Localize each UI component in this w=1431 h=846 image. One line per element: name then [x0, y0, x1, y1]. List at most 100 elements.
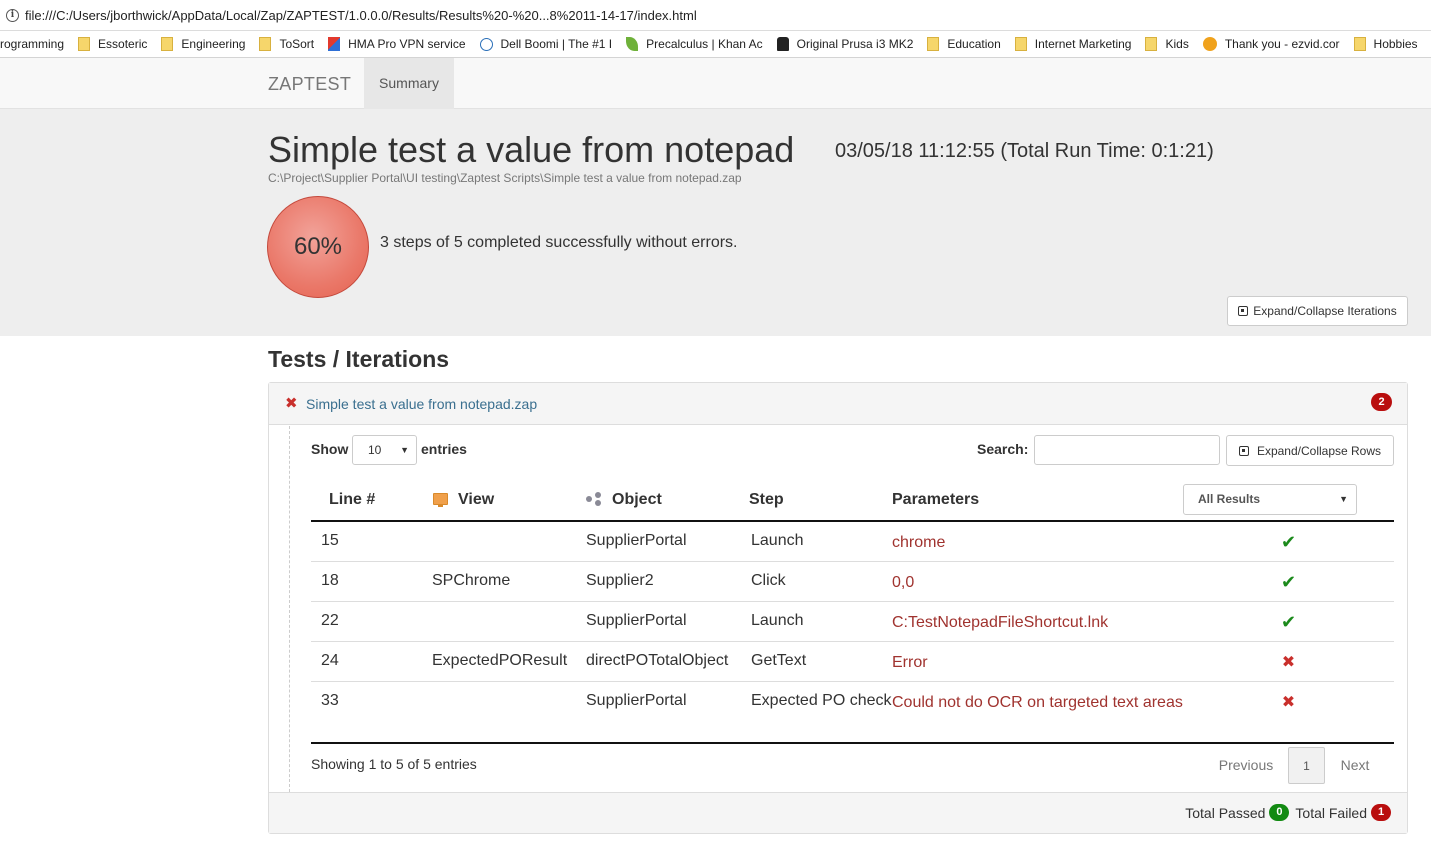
summary-header: Simple test a value from notepad 03/05/1… [0, 109, 1431, 336]
bookmark-item[interactable]: Engineering [161, 37, 245, 51]
tab-summary[interactable]: Summary [364, 58, 454, 109]
pass-check-icon: ✔ [1280, 611, 1297, 632]
panel-title-link[interactable]: Simple test a value from notepad.zap [306, 396, 537, 412]
page-title: Simple test a value from notepad [268, 129, 795, 170]
monitor-icon [433, 493, 448, 508]
folder-icon [1014, 37, 1027, 51]
column-label: Step [749, 490, 784, 508]
cell-line: 22 [311, 601, 421, 642]
totals: Total Passed 0 Total Failed 1 [1185, 804, 1391, 821]
bookmark-label: Thank you - ezvid.cor [1224, 37, 1340, 51]
iteration-panel: ✖ Simple test a value from notepad.zap 2… [268, 382, 1408, 834]
total-failed-label: Total Failed [1295, 804, 1367, 821]
hma-icon [328, 37, 341, 51]
entries-label: entries [421, 441, 467, 457]
expand-collapse-rows-button[interactable]: Expand/Collapse Rows [1226, 435, 1394, 466]
caret-down-icon: ▼ [1339, 494, 1348, 504]
table-row[interactable]: 33 SupplierPortal Expected PO check Could n… [311, 681, 1394, 744]
bookmark-label: Original Prusa i3 MK2 [796, 37, 914, 51]
column-header-step[interactable]: Step [741, 479, 892, 522]
url-text[interactable]: file:///C:/Users/jborthwick/AppData/Loca… [25, 8, 697, 23]
panel-heading[interactable]: ✖ Simple test a value from notepad.zap 2 [269, 383, 1407, 425]
column-header-parameters[interactable]: Parameters [892, 479, 1183, 522]
table-row[interactable]: 22 SupplierPortal Launch C:TestNotepadFileS… [311, 601, 1394, 642]
brand-logo[interactable]: ZAPTEST [268, 74, 351, 95]
bookmark-item[interactable]: Original Prusa i3 MK2 [776, 37, 914, 51]
pagination: Previous 1 Next [1204, 746, 1385, 784]
cell-step: Click [741, 561, 892, 602]
cell-object: SupplierPortal [578, 521, 741, 562]
bookmark-label: Engineering [181, 37, 246, 51]
column-header-view[interactable]: View [421, 479, 578, 522]
bookmark-item[interactable]: Internet Marketing [1014, 37, 1132, 51]
bookmark-label: rogramming [0, 37, 65, 51]
bookmark-label: Kids [1165, 37, 1189, 51]
cell-object: directPOTotalObject [578, 641, 741, 682]
bookmark-item[interactable]: Education [927, 37, 1001, 51]
expand-collapse-iterations-button[interactable]: Expand/Collapse Iterations [1227, 296, 1408, 326]
total-passed-label: Total Passed [1185, 804, 1266, 821]
cell-object: Supplier2 [578, 561, 741, 602]
cell-view [421, 601, 578, 642]
column-label: View [458, 490, 495, 508]
fail-x-icon: ✖ [285, 394, 298, 412]
cell-result: ✖ [1183, 681, 1394, 744]
bookmark-label: Internet Marketing [1034, 37, 1132, 51]
browser-address-bar[interactable]: i file:///C:/Users/jborthwick/AppData/Lo… [0, 0, 1431, 31]
info-icon[interactable]: i [6, 8, 19, 22]
folder-icon [259, 37, 272, 51]
run-time-text: 03/05/18 11:12:55 (Total Run Time: 0:1:2… [835, 140, 1214, 162]
cell-object: SupplierPortal [578, 601, 741, 642]
expand-square-icon [1238, 306, 1249, 316]
expand-rows-label: Expand/Collapse Rows [1256, 443, 1382, 458]
bookmark-item[interactable]: ToSort [259, 37, 314, 51]
results-filter-select[interactable]: All Results ▼ [1183, 484, 1357, 515]
table-body: 15 SupplierPortal Launch chrome ✔ 18 SPChrome S… [311, 521, 1394, 744]
search-input[interactable] [1034, 435, 1220, 465]
cell-parameters: 0,0 [892, 561, 1183, 602]
page-1-button[interactable]: 1 [1288, 746, 1325, 784]
cell-result: ✔ [1183, 521, 1394, 562]
bookmark-item[interactable]: Thank you - ezvid.cor [1202, 37, 1340, 51]
bookmark-label: Dell Boomi | The #1 I [500, 37, 613, 51]
pass-check-icon: ✔ [1280, 571, 1297, 592]
share-nodes-icon [586, 492, 602, 507]
play-icon [1202, 37, 1217, 51]
bookmark-item[interactable]: Kids [1145, 37, 1189, 51]
next-page-button[interactable]: Next [1325, 757, 1385, 773]
column-header-results-filter: All Results ▼ [1183, 479, 1394, 522]
table-row[interactable]: 15 SupplierPortal Launch chrome ✔ [311, 521, 1394, 562]
panel-footer: Total Passed 0 Total Failed 1 [269, 792, 1407, 833]
cell-step: Launch [741, 601, 892, 642]
folder-icon [927, 37, 940, 51]
bookmark-item[interactable]: HMA Pro VPN service [328, 37, 466, 51]
search-label: Search: [977, 441, 1029, 457]
expand-iterations-label: Expand/Collapse Iterations [1253, 304, 1397, 318]
bookmark-item[interactable]: Dell Boomi | The #1 I [479, 37, 613, 51]
bookmark-label: ToSort [279, 37, 315, 51]
summary-text: 3 steps of 5 completed successfully with… [380, 234, 738, 251]
bookmark-label: Hobbies [1373, 37, 1418, 51]
page-length-select[interactable]: 10 ▼ [352, 435, 417, 465]
bookmark-label: Precalculus | Khan Ac [646, 37, 763, 51]
table-row[interactable]: 24 ExpectedPOResult directPOTotalObject Get… [311, 641, 1394, 682]
pass-check-icon: ✔ [1280, 532, 1297, 552]
cell-step: Expected PO check [741, 681, 892, 744]
caret-down-icon: ▼ [400, 445, 409, 455]
bookmark-item[interactable]: Precalculus | Khan Ac [626, 37, 763, 51]
column-header-line[interactable]: Line # [311, 479, 421, 522]
fail-x-icon: ✖ [1281, 653, 1296, 671]
table-info: Showing 1 to 5 of 5 entries [311, 756, 477, 772]
bookmark-item[interactable]: Essoteric [78, 37, 147, 51]
cell-parameters: C:TestNotepadFileShortcut.lnk [892, 601, 1183, 642]
cell-step: GetText [741, 641, 892, 682]
table-header-row: Line # View Object Step Parameters All R… [311, 479, 1394, 522]
bookmarks-bar: rogramming Essoteric Engineering ToSort HMA … [0, 31, 1431, 58]
column-label: Parameters [892, 490, 980, 508]
bookmark-item[interactable]: Hobbies [1353, 37, 1418, 51]
column-header-object[interactable]: Object [578, 479, 741, 522]
column-label: Line # [329, 490, 376, 508]
bookmark-item[interactable]: rogramming [0, 37, 64, 51]
previous-page-button[interactable]: Previous [1204, 757, 1288, 773]
table-row[interactable]: 18 SPChrome Supplier2 Click 0,0 ✔ [311, 561, 1394, 602]
